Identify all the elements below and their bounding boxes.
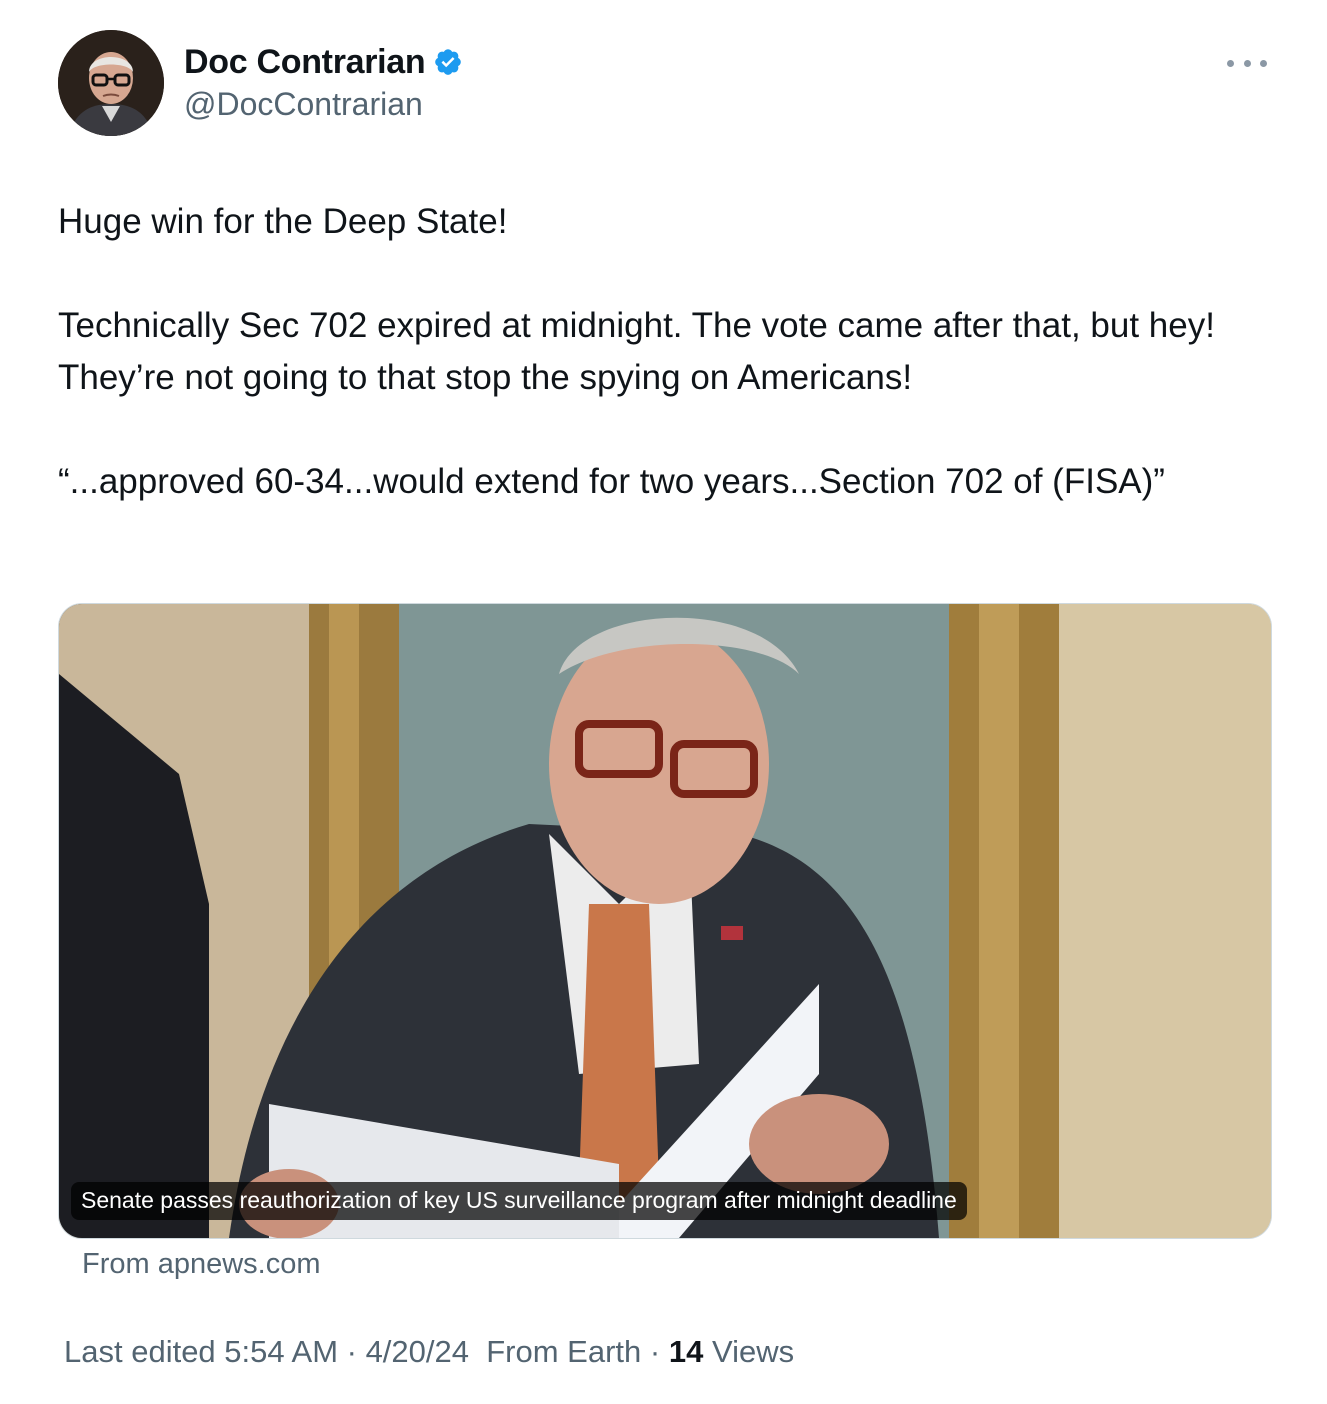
card-image bbox=[59, 604, 1271, 1238]
meta-separator: · bbox=[649, 1334, 661, 1369]
location-label: From Earth bbox=[486, 1334, 642, 1369]
author-display-name[interactable]: Doc Contrarian bbox=[184, 43, 426, 82]
avatar-image bbox=[58, 30, 164, 136]
edited-timestamp[interactable]: Last edited 5:54 AM · 4/20/24 bbox=[64, 1334, 469, 1369]
card-headline: Senate passes reauthorization of key US … bbox=[71, 1182, 967, 1220]
verified-badge-icon bbox=[435, 49, 462, 75]
more-dot bbox=[1227, 59, 1234, 67]
tweet-paragraph: Technically Sec 702 expired at midnight.… bbox=[58, 306, 1225, 397]
author-avatar[interactable] bbox=[58, 30, 164, 136]
tweet-meta: Last edited 5:54 AM · 4/20/24 From Earth… bbox=[64, 1334, 794, 1370]
card-photo bbox=[59, 604, 1271, 1238]
tweet-paragraph: Huge win for the Deep State! bbox=[58, 202, 508, 241]
link-preview-card[interactable]: Senate passes reauthorization of key US … bbox=[58, 603, 1272, 1239]
more-options-icon[interactable] bbox=[1227, 48, 1267, 78]
author-handle[interactable]: @DocContrarian bbox=[184, 86, 423, 123]
author-name-row: Doc Contrarian bbox=[184, 40, 463, 84]
more-dot bbox=[1260, 59, 1267, 67]
more-dot bbox=[1243, 59, 1251, 67]
card-source-link[interactable]: From apnews.com bbox=[82, 1248, 321, 1281]
views-count: 14 bbox=[668, 1334, 704, 1369]
tweet-paragraph: “...approved 60-34...would extend for tw… bbox=[58, 462, 1165, 501]
tweet: Doc Contrarian @DocContrarian Huge win f… bbox=[0, 0, 1327, 1404]
views-label: Views bbox=[711, 1334, 795, 1369]
tweet-text: Huge win for the Deep State! Technically… bbox=[58, 196, 1268, 508]
